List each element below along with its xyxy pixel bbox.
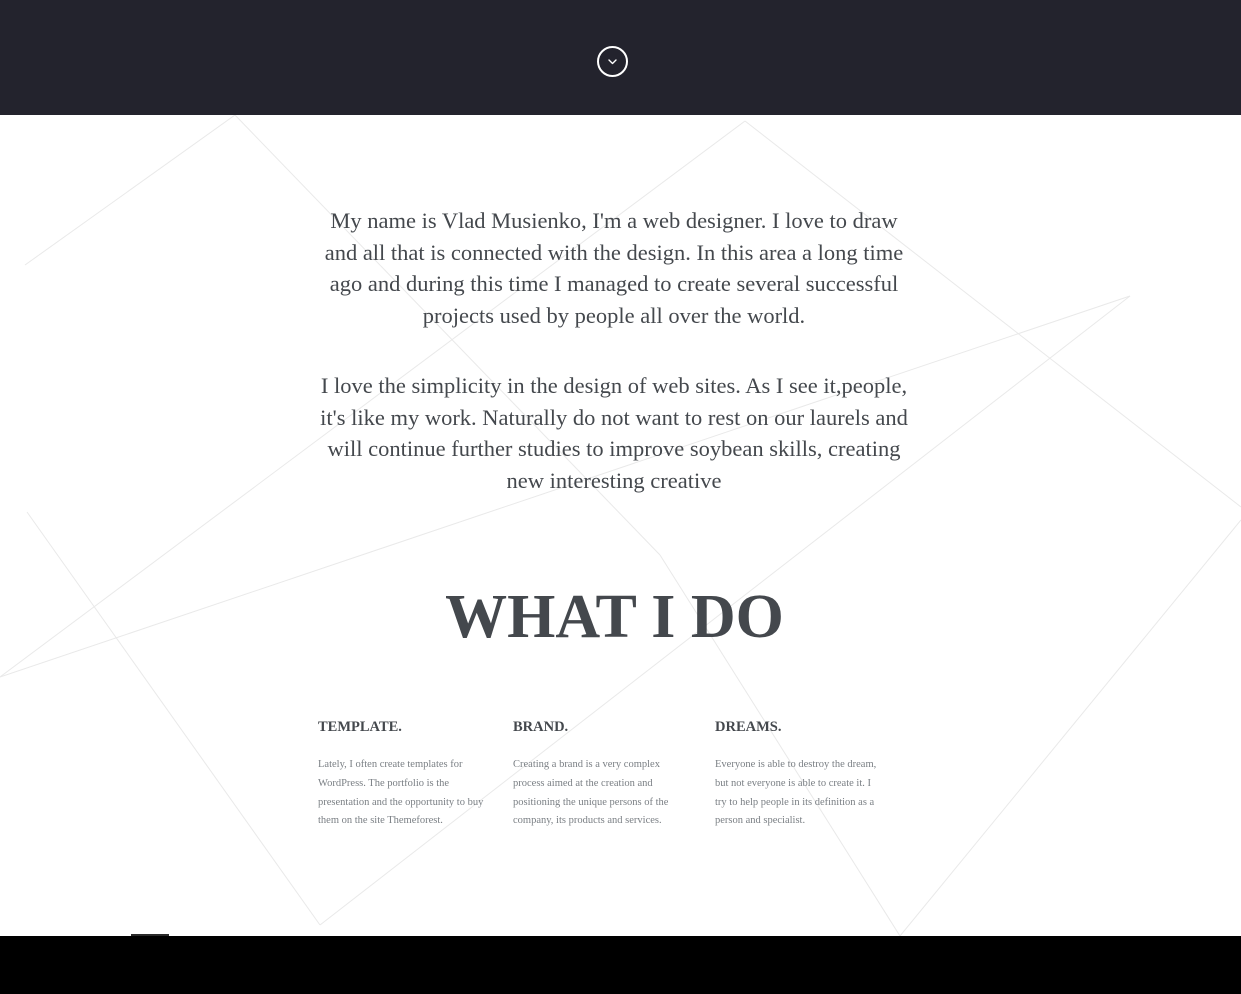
service-title: TEMPLATE. xyxy=(318,719,402,735)
about-section: My name is Vlad Musienko, I'm a web desi… xyxy=(0,115,1241,936)
service-description: Everyone is able to destroy the dream, b… xyxy=(715,759,877,827)
intro-paragraph-1: My name is Vlad Musienko, I'm a web desi… xyxy=(324,208,904,329)
service-title: BRAND. xyxy=(513,719,569,735)
service-description: Creating a brand is a very complex proce… xyxy=(513,759,669,827)
scroll-down-button[interactable] xyxy=(597,46,628,77)
what-i-do-heading: WHAT I DO xyxy=(445,583,784,651)
service-dreams: DREAMS. Everyone is able to destroy the … xyxy=(715,717,883,831)
intro-paragraph-2: I love the simplicity in the design of w… xyxy=(320,373,908,494)
footer-divider xyxy=(131,934,169,936)
service-title: DREAMS. xyxy=(715,719,782,735)
chevron-down-icon xyxy=(608,59,617,65)
service-brand: BRAND. Creating a brand is a very comple… xyxy=(513,717,678,831)
service-template: TEMPLATE. Lately, I often create templat… xyxy=(318,717,490,831)
service-description: Lately, I often create templates for Wor… xyxy=(318,759,484,827)
top-bar xyxy=(0,0,1241,115)
